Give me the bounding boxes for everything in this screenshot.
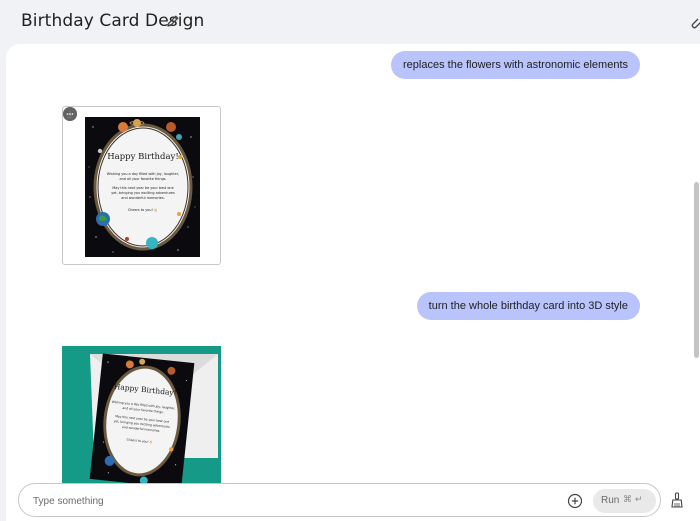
generated-image[interactable]: Happy Birthday! Wishing you a day filled…: [62, 346, 221, 486]
pencil-icon[interactable]: [166, 14, 180, 28]
card-line: and wonderful memories.: [121, 196, 164, 200]
card-line: yet, bringing you exciting adventures: [111, 191, 175, 195]
card-line: and all your favorite things.: [120, 177, 167, 181]
run-label: Run: [601, 495, 620, 506]
generated-image[interactable]: Happy Birthday! Wishing you a day filled…: [62, 106, 221, 265]
card-line: Wishing you a day filled with joy, laugh…: [107, 172, 179, 176]
user-message: replaces the flowers with astronomic ele…: [391, 51, 640, 79]
top-bar: Birthday Card Design: [0, 0, 700, 44]
run-shortcut: ⌘ ↵: [623, 495, 643, 505]
broom-icon[interactable]: [670, 492, 684, 508]
prompt-input[interactable]: [33, 492, 553, 510]
card-image-3d: Happy Birthday! Wishing you a day filled…: [62, 346, 221, 486]
user-message: turn the whole birthday card into 3D sty…: [416, 292, 640, 320]
chat-panel: replaces the flowers with astronomic ele…: [6, 44, 700, 521]
paperclip-icon[interactable]: [688, 14, 700, 30]
scrollbar-thumb[interactable]: [694, 182, 699, 358]
card-line: Cheers to you! 🎂: [128, 207, 158, 212]
run-button[interactable]: Run ⌘ ↵: [593, 489, 656, 513]
scrollbar-track[interactable]: [692, 44, 700, 474]
card-image: Happy Birthday! Wishing you a day filled…: [85, 117, 200, 257]
card-heading: Happy Birthday!: [107, 152, 179, 162]
more-icon[interactable]: [63, 107, 77, 121]
card-line: May this next year be your best one: [112, 186, 173, 190]
prompt-composer: Run ⌘ ↵: [18, 483, 661, 517]
plus-circle-icon[interactable]: [567, 493, 583, 509]
